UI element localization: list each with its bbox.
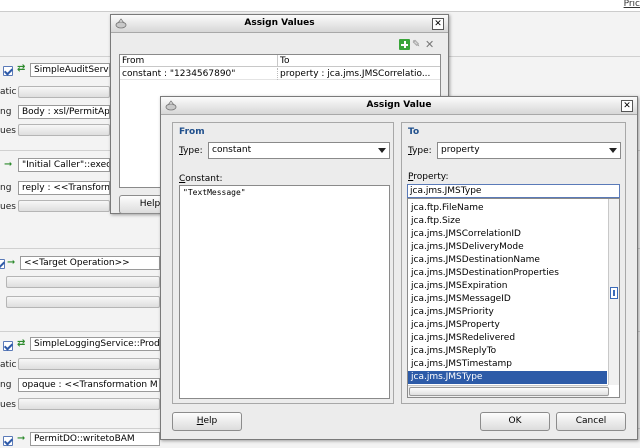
- bg-field-reply[interactable]: reply : <<Transform: [18, 181, 110, 195]
- service-icon: ⇄: [17, 63, 26, 74]
- cell-to: property : jca.jms.JMSCorrelatio...: [280, 69, 431, 79]
- help-button[interactable]: Help: [172, 412, 242, 431]
- table-header: From To: [120, 55, 440, 67]
- bg-label: ng: [0, 183, 12, 193]
- to-type-select[interactable]: property: [437, 142, 621, 159]
- cancel-button[interactable]: Cancel: [556, 412, 626, 431]
- top-strip: Pric: [0, 0, 640, 12]
- assign-value-title: Assign Value: [366, 100, 432, 110]
- bg-bar[interactable]: [18, 86, 110, 98]
- to-group: To Type: property Property: jca.jms.JMST…: [401, 122, 626, 404]
- bg-bar[interactable]: [18, 398, 160, 410]
- from-group-title: From: [179, 127, 205, 137]
- ok-button[interactable]: OK: [480, 412, 550, 431]
- property-list-item[interactable]: jca.jms.JMSMessageID: [408, 293, 607, 306]
- bg-field-permit-do[interactable]: PermitDO::writetoBAM: [30, 432, 160, 446]
- property-list-item[interactable]: jca.jms.JMSCorrelationID: [408, 228, 607, 241]
- assign-values-titlebar[interactable]: Assign Values ✕: [111, 15, 448, 33]
- check-icon: [0, 259, 5, 269]
- property-list-hscrollbar[interactable]: [408, 385, 609, 397]
- assign-value-titlebar[interactable]: Assign Value ✕: [161, 97, 637, 115]
- bg-field-target-operation[interactable]: <<Target Operation>>: [20, 256, 160, 270]
- property-list-item[interactable]: jca.jms.JMSType: [408, 371, 607, 384]
- bg-field-opaque[interactable]: opaque : <<Transformation M: [18, 378, 160, 392]
- bg-field-body[interactable]: Body : xsl/PermitAp: [18, 105, 110, 119]
- scrollbar-thumb[interactable]: [610, 287, 618, 299]
- property-list-item[interactable]: jca.ftp.Size: [408, 215, 607, 228]
- assign-value-dialog: Assign Value ✕ From Type: constant Const…: [160, 96, 638, 440]
- to-group-title: To: [408, 127, 420, 137]
- property-list-item[interactable]: jca.jms.JMSExpiration: [408, 280, 607, 293]
- property-list-scrollbar[interactable]: [608, 199, 619, 385]
- add-icon[interactable]: [399, 39, 410, 50]
- bg-bar[interactable]: [6, 276, 160, 288]
- bg-bar[interactable]: [18, 124, 110, 136]
- property-list-item[interactable]: jca.jms.JMSProperty: [408, 319, 607, 332]
- check-icon: [3, 341, 13, 351]
- property-list-item[interactable]: jca.jms.JMSTimestamp: [408, 358, 607, 371]
- bg-label: atic: [0, 360, 17, 370]
- property-list-item[interactable]: jca.ftp.FileName: [408, 202, 607, 215]
- property-input[interactable]: jca.jms.JMSType: [407, 184, 620, 198]
- chevron-down-icon: [609, 148, 617, 153]
- check-icon: [3, 66, 13, 76]
- service-icon: ⇄: [17, 338, 26, 349]
- bg-label: ues: [0, 202, 16, 212]
- property-list-item[interactable]: jca.jms.JMSDestinationName: [408, 254, 607, 267]
- bg-field-initial-caller[interactable]: "Initial Caller"::exec: [18, 158, 110, 172]
- assign-values-title: Assign Values: [244, 18, 315, 28]
- column-header-from[interactable]: From: [120, 55, 278, 67]
- property-list-item[interactable]: jca.jms.JMSDestinationProperties: [408, 267, 607, 280]
- arrow-right-icon: ➞: [17, 433, 26, 444]
- bg-field-audit-service[interactable]: SimpleAuditServ: [30, 63, 110, 77]
- close-icon[interactable]: ✕: [432, 18, 444, 30]
- bg-bar[interactable]: [18, 358, 160, 370]
- bg-label: ues: [0, 126, 16, 136]
- constant-label: Constant:: [179, 174, 223, 184]
- arrow-right-icon: ➞: [4, 159, 13, 170]
- property-list-item[interactable]: jca.jms.JMSDeliveryMode: [408, 241, 607, 254]
- table-toolbar: ✎ ✕: [399, 39, 435, 51]
- property-list: jca.message.encodingjca.jms.JMSTypejca.j…: [407, 198, 620, 398]
- bg-label: ues: [0, 400, 16, 410]
- bg-label: ng: [0, 380, 12, 390]
- column-header-to[interactable]: To: [278, 55, 442, 67]
- property-label: Property:: [408, 172, 449, 182]
- top-right-link[interactable]: Pric: [624, 0, 640, 9]
- bg-bar[interactable]: [6, 296, 160, 308]
- to-type-label: Type:: [408, 146, 432, 156]
- close-icon[interactable]: ✕: [621, 100, 633, 112]
- chevron-down-icon: [378, 148, 386, 153]
- edit-icon[interactable]: ✎: [412, 39, 423, 50]
- arrow-right-icon: ➞: [7, 257, 16, 268]
- bg-label: ng: [0, 107, 12, 117]
- bg-field-logging-service[interactable]: SimpleLoggingService::Prod: [30, 337, 160, 351]
- table-row[interactable]: constant : "1234567890" property : jca.j…: [120, 68, 440, 80]
- cell-from: constant : "1234567890": [120, 68, 278, 80]
- constant-textarea[interactable]: "TextMessage": [179, 185, 390, 399]
- delete-icon[interactable]: ✕: [425, 39, 436, 50]
- bg-bar[interactable]: [18, 200, 110, 212]
- property-list-item[interactable]: jca.jms.JMSRedelivered: [408, 332, 607, 345]
- property-list-item[interactable]: jca.jms.JMSReplyTo: [408, 345, 607, 358]
- property-list-item[interactable]: jca.jms.JMSPriority: [408, 306, 607, 319]
- hscrollbar-thumb[interactable]: [409, 387, 609, 396]
- check-icon: [3, 436, 13, 446]
- from-group: From Type: constant Constant: "TextMessa…: [172, 122, 394, 404]
- from-type-label: Type:: [179, 146, 203, 156]
- bg-label: atic: [0, 87, 17, 97]
- from-type-select[interactable]: constant: [208, 142, 390, 159]
